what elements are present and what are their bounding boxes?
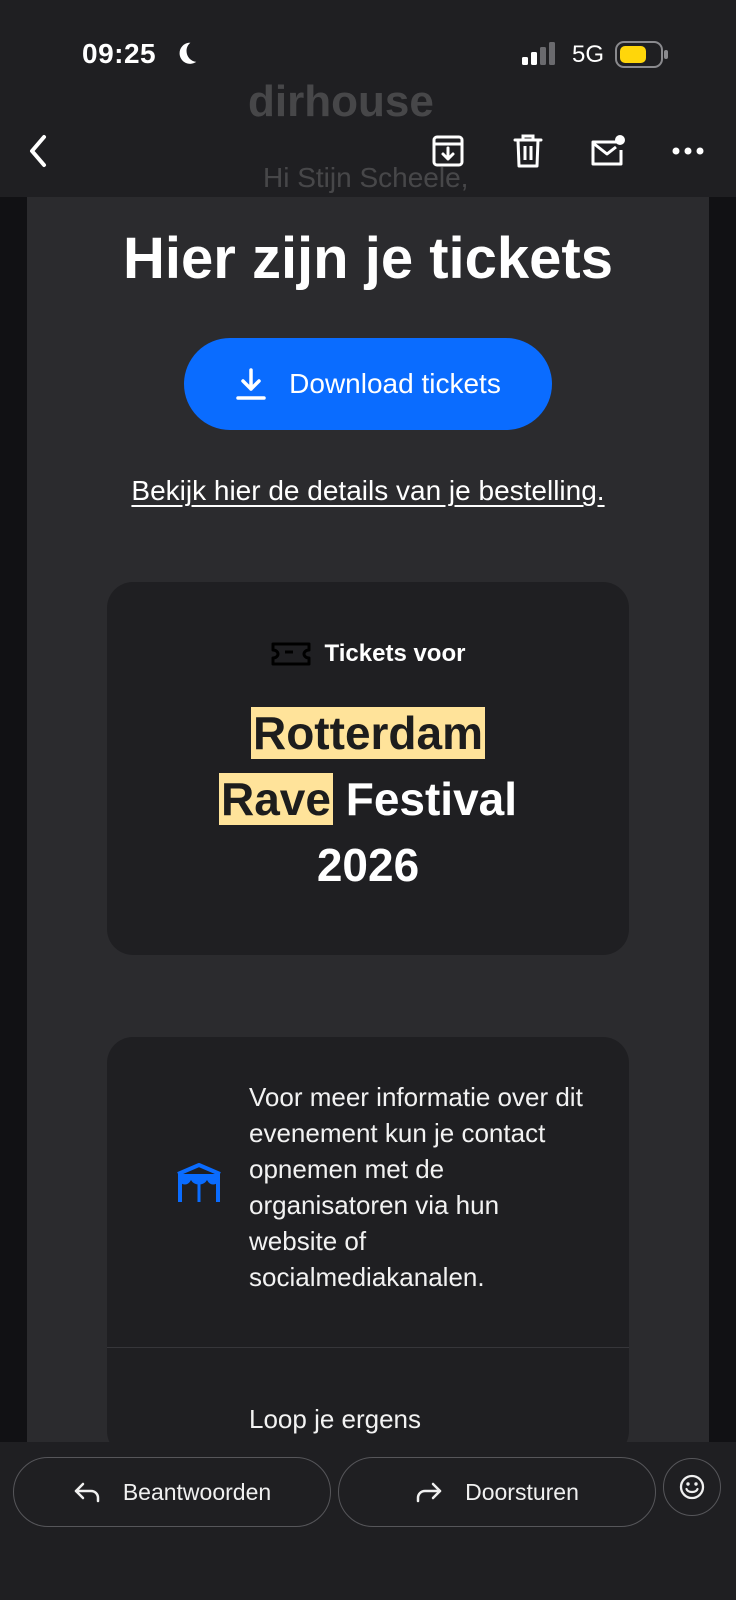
right-margin <box>709 197 736 1442</box>
ticket-icon <box>271 642 311 666</box>
archive-button[interactable] <box>422 125 474 177</box>
email-toolbar: dirhouse Hi Stijn Scheele, <box>0 77 736 198</box>
trash-icon <box>513 134 543 168</box>
venue-icon <box>177 1163 221 1202</box>
download-tickets-button[interactable]: Download tickets <box>184 338 552 430</box>
network-label: 5G <box>572 41 605 68</box>
moon-icon <box>179 42 197 64</box>
event-title: Rotterdam Rave Festival 2026 <box>107 700 629 898</box>
event-panel: Tickets voor Rotterdam Rave Festival 202… <box>107 582 629 955</box>
order-details-link[interactable]: Bekijk hier de details van je bestelling… <box>27 475 709 507</box>
forward-icon <box>416 1482 442 1503</box>
bottom-action-bar: Beantwoorden Doorsturen <box>0 1442 736 1600</box>
event-title-highlight: Rave <box>218 773 333 825</box>
back-icon <box>30 135 46 167</box>
directions-text: Loop je ergens <box>249 1404 422 1434</box>
tickets-for-label: Tickets voor <box>324 640 466 667</box>
emoji-icon <box>679 1474 705 1500</box>
mark-unread-button[interactable] <box>582 125 634 177</box>
info-divider <box>107 1347 629 1348</box>
tickets-for-row: Tickets voor <box>107 640 629 668</box>
status-bar: 09:25 5G <box>0 0 736 105</box>
reply-label: Beantwoorden <box>122 1478 272 1505</box>
archive-icon <box>432 135 464 167</box>
info-panel: Voor meer informatie over dit evenement … <box>107 1037 629 1442</box>
battery-icon <box>615 41 668 68</box>
status-time: 09:25 <box>82 38 157 69</box>
signal-icon <box>522 42 555 65</box>
reply-icon <box>74 1482 100 1503</box>
download-icon <box>236 368 266 400</box>
event-title-rest: Festival <box>332 773 518 825</box>
mark-unread-icon <box>591 135 625 166</box>
back-button[interactable] <box>12 125 64 177</box>
download-tickets-label: Download tickets <box>289 368 501 399</box>
organizer-info-text: Voor meer informatie over dit evenement … <box>249 1082 583 1292</box>
more-icon <box>672 147 704 155</box>
left-margin <box>0 197 27 1442</box>
forward-button[interactable]: Doorsturen <box>338 1457 656 1527</box>
emoji-reaction-button[interactable] <box>663 1458 721 1516</box>
more-button[interactable] <box>662 125 714 177</box>
event-title-line1: Rotterdam <box>250 707 486 759</box>
event-title-year: 2026 <box>316 839 420 891</box>
reply-button[interactable]: Beantwoorden <box>13 1457 331 1527</box>
email-headline: Hier zijn je tickets <box>123 226 613 291</box>
email-body: Hier zijn je tickets Download tickets Be… <box>27 197 709 1442</box>
forward-label: Doorsturen <box>465 1478 579 1505</box>
delete-button[interactable] <box>502 125 554 177</box>
